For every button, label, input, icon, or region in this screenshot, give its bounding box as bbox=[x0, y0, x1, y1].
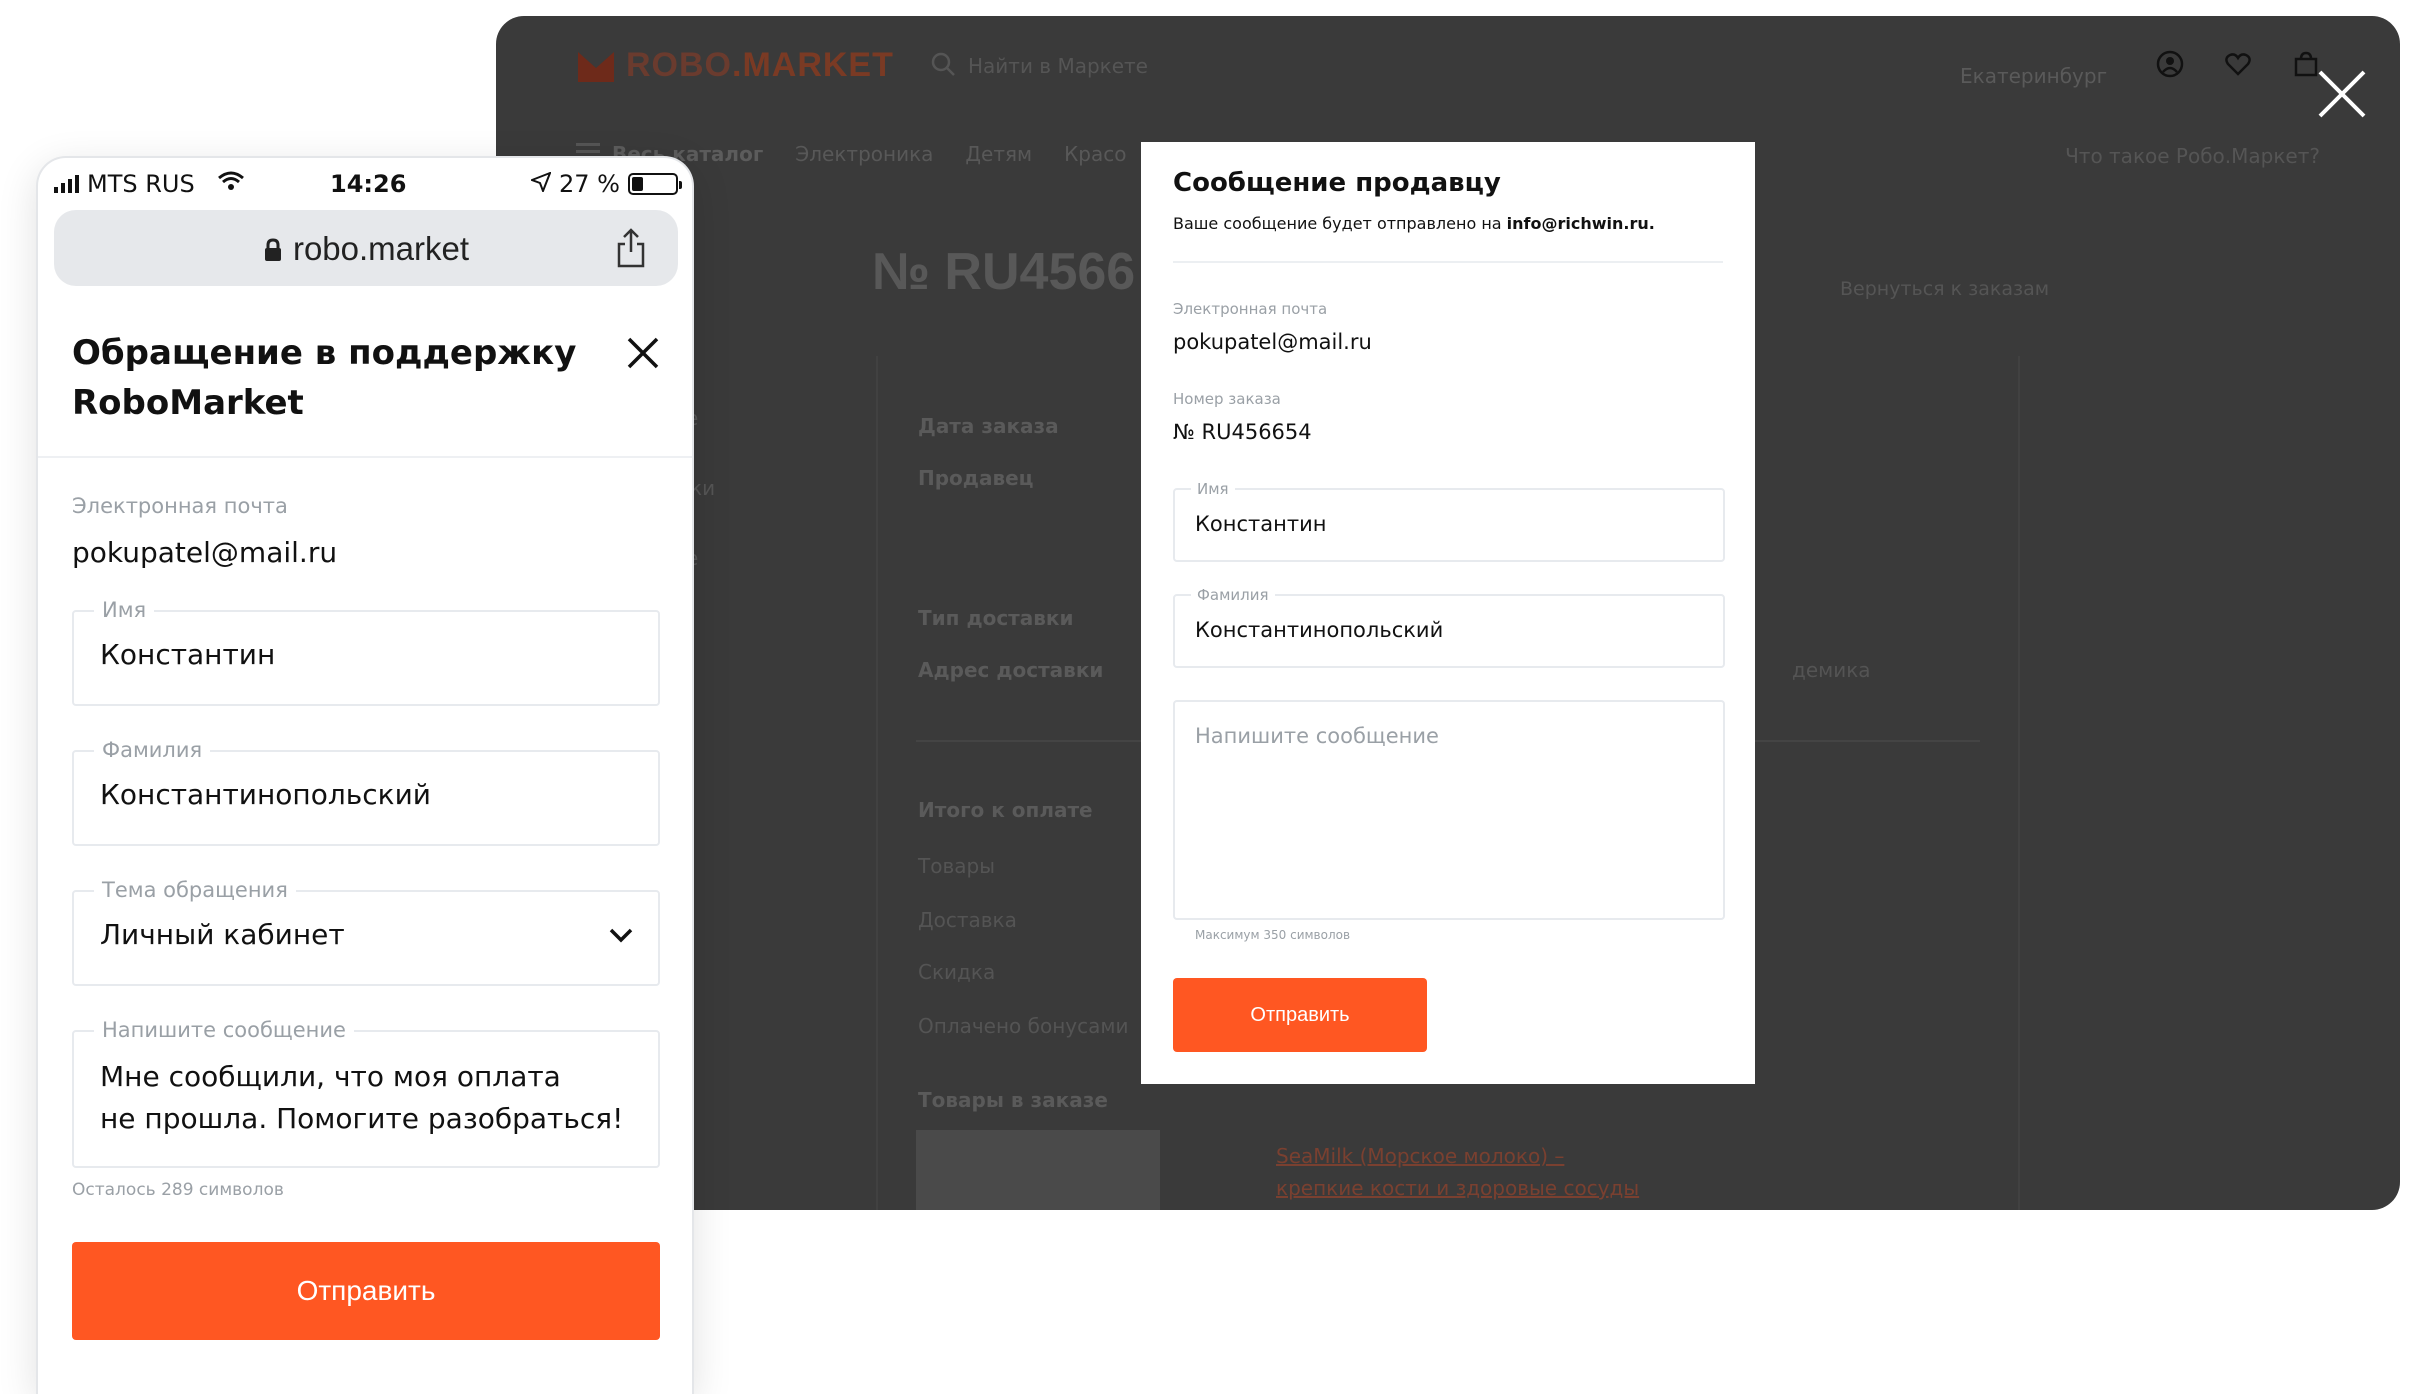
product-link[interactable]: SeaMilk (Морское молоко) – крепкие кости… bbox=[1276, 1140, 1639, 1204]
surname-label: Фамилия bbox=[1191, 586, 1275, 604]
label-goods: Товары bbox=[918, 854, 995, 878]
message-text-line: не прошла. Помогите разобраться! bbox=[100, 1102, 624, 1135]
address-fragment: демика bbox=[1792, 658, 1871, 682]
robomarket-logo[interactable]: ROBO.MARKET bbox=[576, 46, 894, 85]
label-items: Товары в заказе bbox=[918, 1088, 1108, 1112]
seller-email: info@richwin.ru. bbox=[1506, 214, 1655, 233]
topic-value: Личный кабинет bbox=[100, 918, 345, 951]
label-delivery-address: Адрес доставки bbox=[918, 658, 1104, 682]
send-button[interactable]: Отправить bbox=[72, 1242, 660, 1340]
name-field[interactable]: Имя Константин bbox=[1173, 480, 1725, 562]
search-icon bbox=[930, 51, 956, 81]
order-title: № RU4566 bbox=[872, 243, 1136, 301]
label-order-date: Дата заказа bbox=[918, 414, 1059, 438]
signal-icon bbox=[54, 175, 79, 193]
label-seller: Продавец bbox=[918, 466, 1034, 490]
location-icon bbox=[529, 170, 552, 198]
message-text-line: Мне сообщили, что моя оплата bbox=[100, 1060, 561, 1093]
battery-icon bbox=[628, 173, 682, 195]
wifi-icon bbox=[217, 170, 245, 198]
product-thumbnail[interactable] bbox=[916, 1130, 1160, 1210]
label-delivery-type: Тип доставки bbox=[918, 606, 1074, 630]
what-is-link[interactable]: Что такое Робо.Маркет? bbox=[2065, 144, 2320, 168]
close-icon[interactable] bbox=[2312, 64, 2372, 124]
divider bbox=[38, 456, 692, 458]
modal-note: Ваше сообщение будет отправлено на info@… bbox=[1173, 214, 1723, 233]
battery-percent: 27 % bbox=[559, 170, 620, 198]
product-link-line: SeaMilk (Морское молоко) – bbox=[1276, 1144, 1565, 1168]
search-input[interactable]: Найти в Маркете bbox=[920, 46, 1930, 86]
support-title-line: Обращение в поддержку bbox=[72, 333, 577, 373]
close-icon[interactable] bbox=[626, 336, 660, 374]
seller-message-modal: Сообщение продавцу Ваше сообщение будет … bbox=[1141, 142, 1755, 1084]
chars-remaining: Осталось 289 символов bbox=[72, 1180, 284, 1200]
surname-label: Фамилия bbox=[94, 738, 211, 762]
share-icon[interactable] bbox=[616, 228, 646, 272]
email-value: pokupatel@mail.ru bbox=[72, 536, 338, 569]
email-value: pokupatel@mail.ru bbox=[1173, 330, 1372, 354]
topic-select[interactable]: Тема обращения Личный кабинет bbox=[72, 878, 660, 986]
message-textarea[interactable]: Напишите сообщение Мне сообщили, что моя… bbox=[72, 1018, 660, 1168]
account-icon[interactable] bbox=[2156, 50, 2184, 78]
label-discount: Скидка bbox=[918, 960, 996, 984]
order-number-value: № RU456654 bbox=[1173, 420, 1312, 444]
support-title-line: RoboMarket bbox=[72, 383, 304, 423]
chevron-down-icon bbox=[608, 926, 634, 948]
topic-label: Тема обращения bbox=[94, 878, 296, 902]
email-label: Электронная почта bbox=[72, 494, 288, 518]
message-label: Напишите сообщение bbox=[94, 1018, 354, 1042]
modal-title: Сообщение продавцу bbox=[1173, 168, 1501, 198]
address-bar[interactable]: robo.market bbox=[54, 210, 678, 286]
name-field[interactable]: Имя Константин bbox=[72, 598, 660, 706]
name-value: Константин bbox=[1195, 512, 1327, 536]
name-label: Имя bbox=[94, 598, 155, 622]
logo-icon bbox=[576, 48, 616, 84]
search-placeholder: Найти в Маркете bbox=[968, 54, 1148, 78]
lock-icon bbox=[263, 232, 283, 270]
name-value: Константин bbox=[100, 638, 276, 671]
surname-value: Константинопольский bbox=[100, 778, 431, 811]
max-length-hint: Максимум 350 символов bbox=[1195, 928, 1351, 942]
name-label: Имя bbox=[1191, 480, 1235, 498]
order-number-label: Номер заказа bbox=[1173, 390, 1281, 408]
surname-value: Константинопольский bbox=[1195, 618, 1444, 642]
phone-frame: MTS RUS 14:26 27 % robo.market Обращение… bbox=[36, 156, 694, 1394]
label-delivery: Доставка bbox=[918, 908, 1017, 932]
carrier: MTS RUS bbox=[87, 170, 195, 198]
surname-field[interactable]: Фамилия Константинопольский bbox=[1173, 586, 1725, 668]
send-button[interactable]: Отправить bbox=[1173, 978, 1427, 1052]
status-bar: MTS RUS 14:26 27 % bbox=[38, 158, 692, 210]
logo-text-market: .MARKET bbox=[732, 46, 894, 84]
support-title: Обращение в поддержку RoboMarket bbox=[72, 328, 592, 428]
label-total: Итого к оплате bbox=[918, 798, 1093, 822]
favorites-icon[interactable] bbox=[2224, 50, 2252, 78]
message-textarea[interactable]: Напишите сообщение bbox=[1173, 700, 1725, 920]
modal-note-text: Ваше сообщение будет отправлено на bbox=[1173, 214, 1507, 233]
product-link-line: крепкие кости и здоровые сосуды bbox=[1276, 1176, 1640, 1200]
nav-electronics[interactable]: Электроника bbox=[795, 142, 933, 166]
clock: 14:26 bbox=[330, 170, 407, 198]
nav-kids[interactable]: Детям bbox=[965, 142, 1032, 166]
back-to-orders-link[interactable]: Вернуться к заказам bbox=[1840, 278, 2049, 300]
surname-field[interactable]: Фамилия Константинопольский bbox=[72, 738, 660, 846]
city-selector[interactable]: Екатеринбург bbox=[1960, 64, 2107, 88]
logo-text-robo: ROBO bbox=[626, 46, 732, 84]
message-placeholder: Напишите сообщение bbox=[1195, 724, 1439, 748]
email-label: Электронная почта bbox=[1173, 300, 1328, 318]
label-bonus: Оплачено бонусами bbox=[918, 1014, 1129, 1038]
url-text: robo.market bbox=[292, 230, 470, 267]
divider bbox=[1173, 261, 1723, 263]
nav-beauty[interactable]: Красо bbox=[1064, 142, 1126, 166]
